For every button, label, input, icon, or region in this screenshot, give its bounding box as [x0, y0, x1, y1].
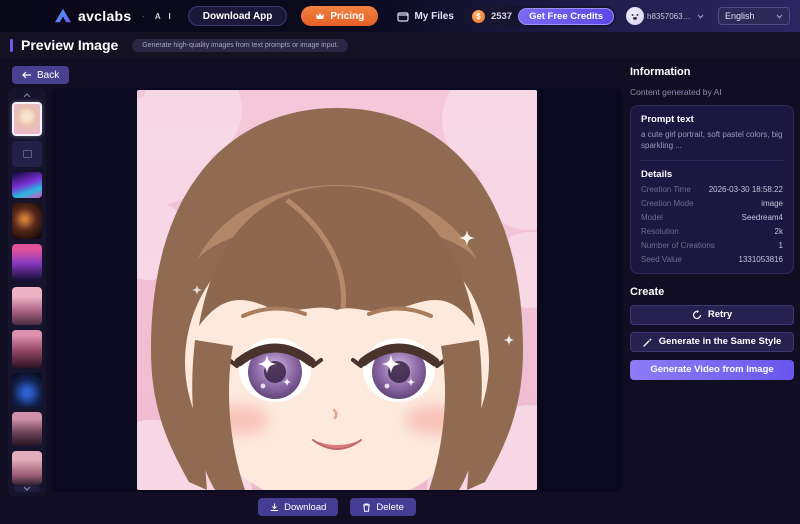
ai-generated-note: Content generated by AI	[630, 87, 722, 97]
detail-label: Creation Time	[641, 184, 691, 194]
credits-pill: $ 2537 Get Free Credits	[463, 5, 616, 27]
avclabs-logo-icon	[55, 8, 71, 23]
generate-same-style-button[interactable]: Generate in the Same Style	[630, 331, 794, 352]
preview-canvas	[52, 88, 622, 492]
scroll-up-button[interactable]	[23, 92, 31, 100]
generate-video-button[interactable]: Generate Video from Image	[630, 359, 794, 380]
scroll-down-button[interactable]	[14, 485, 40, 492]
delete-button[interactable]: Delete	[350, 498, 416, 516]
main-area: Back Download Delete Information Content…	[0, 58, 800, 524]
thumbnail-list	[12, 102, 42, 485]
detail-label: Seed Value	[641, 254, 682, 264]
detail-value: 2026-03-30 18:58:22	[708, 184, 783, 194]
detail-value: 1331053816	[738, 254, 784, 264]
thumbnail-item[interactable]	[12, 373, 42, 407]
language-value: English	[725, 11, 755, 21]
detail-label: Creation Mode	[641, 198, 694, 208]
thumbnail-item[interactable]	[12, 172, 42, 198]
app-root: avclabs · A I Download App Pricing My Fi…	[0, 0, 800, 524]
prompt-text-value: a cute girl portrait, soft pastel colors…	[641, 130, 783, 161]
detail-value: image	[761, 198, 783, 208]
brand-separator: ·	[141, 10, 145, 22]
chevron-down-icon	[776, 14, 783, 19]
brand-logo[interactable]: avclabs · A I	[54, 8, 174, 24]
thumbnail-item-placeholder[interactable]	[12, 141, 42, 167]
create-heading: Create	[630, 285, 665, 298]
magic-wand-icon	[643, 337, 653, 347]
generated-image[interactable]	[137, 90, 537, 490]
detail-row-number-of-creations: Number of Creations 1	[641, 241, 783, 250]
coin-icon: $	[471, 9, 485, 23]
my-files-button[interactable]: My Files	[397, 11, 454, 22]
thumbnail-item[interactable]	[12, 244, 42, 282]
detail-label: Resolution	[641, 226, 679, 236]
thumbnail-item[interactable]	[12, 412, 42, 446]
detail-value: Seedream4	[741, 212, 783, 222]
trash-icon	[362, 503, 371, 512]
arrow-left-icon	[22, 71, 32, 79]
get-free-credits-button[interactable]: Get Free Credits	[518, 7, 614, 25]
pricing-button[interactable]: Pricing	[301, 6, 379, 26]
page-subtitle: Generate high-quality images from text p…	[132, 38, 349, 52]
account-email: h835706389@outl...	[647, 11, 694, 21]
prompt-text-label: Prompt text	[641, 114, 694, 125]
detail-row-creation-time: Creation Time 2026-03-30 18:58:22	[641, 185, 783, 194]
thumbnail-item[interactable]	[12, 287, 42, 325]
information-panel: Information Content generated by AI Prom…	[630, 66, 794, 380]
detail-row-resolution: Resolution 2k	[641, 227, 783, 236]
back-button[interactable]: Back	[12, 66, 70, 84]
brand-suffix: A I	[154, 11, 174, 21]
download-app-button[interactable]: Download App	[187, 6, 288, 26]
page-title: Preview Image	[21, 37, 119, 53]
language-select[interactable]: English	[718, 7, 790, 25]
detail-value: 1	[778, 240, 783, 250]
details-label: Details	[641, 168, 673, 180]
account-menu[interactable]: h835706389@outl...	[626, 7, 704, 25]
detail-label: Number of Creations	[641, 240, 715, 250]
information-heading: Information	[630, 66, 691, 78]
folder-icon	[397, 11, 410, 22]
thumbnail-item[interactable]	[12, 451, 42, 485]
retry-button[interactable]: Retry	[630, 304, 794, 325]
top-header: avclabs · A I Download App Pricing My Fi…	[0, 0, 800, 32]
thumbnail-item[interactable]	[12, 330, 42, 368]
page-title-bar: Preview Image Generate high-quality imag…	[0, 32, 800, 58]
download-button[interactable]: Download	[258, 498, 339, 516]
detail-value: 2k	[774, 226, 783, 236]
thumbnail-item-selected[interactable]	[12, 102, 42, 136]
image-placeholder-icon	[22, 150, 32, 158]
details-card: Prompt text a cute girl portrait, soft p…	[630, 105, 794, 274]
image-action-bar: Download Delete	[52, 498, 622, 516]
detail-row-seed-value: Seed Value 1331053816	[641, 255, 783, 264]
detail-row-creation-mode: Creation Mode image	[641, 199, 783, 208]
header-right: My Files $ 2537 Get Free Credits h835706…	[397, 5, 790, 27]
detail-row-model: Model Seedream4	[641, 213, 783, 222]
download-icon	[270, 503, 279, 512]
thumbnail-item[interactable]	[12, 203, 42, 239]
user-avatar	[626, 7, 644, 25]
credits-count: 2537	[490, 10, 513, 22]
thumbnail-sidebar	[8, 88, 46, 496]
title-accent-bar	[10, 38, 13, 52]
brand-name: avclabs	[78, 8, 132, 24]
crown-icon	[315, 12, 325, 21]
refresh-icon	[692, 309, 702, 320]
detail-label: Model	[641, 212, 663, 222]
chevron-down-icon	[697, 14, 704, 19]
